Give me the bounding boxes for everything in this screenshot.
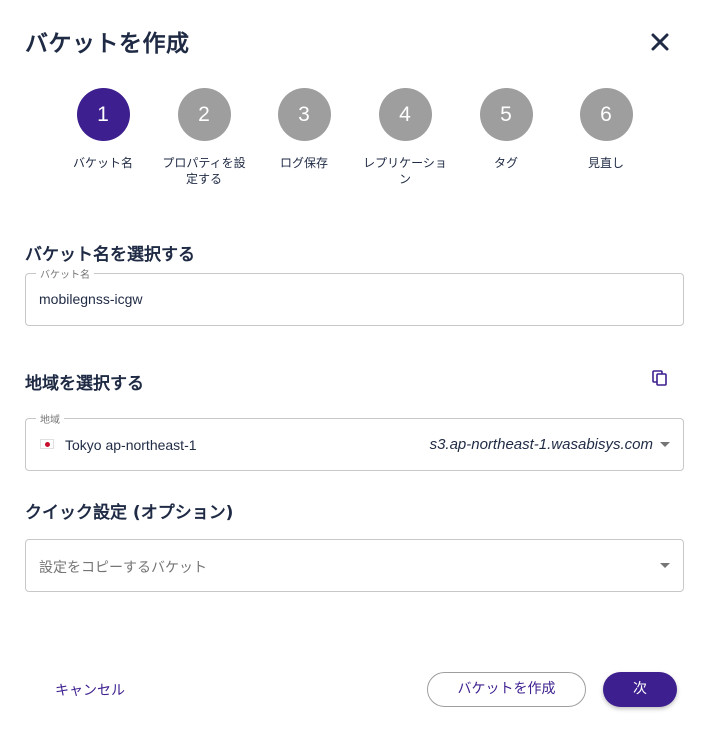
step-number: 1	[76, 88, 130, 141]
step-logging[interactable]: 3 ログ保存	[249, 88, 359, 171]
region-label: 地域	[36, 411, 64, 426]
copy-settings-select[interactable]: 設定をコピーするバケット	[25, 539, 684, 592]
stepper: 1 バケット名 2 プロパティを設定する 3 ログ保存 4 レプリケーション 5…	[0, 88, 711, 198]
step-number: 5	[479, 88, 533, 141]
region-value: Tokyo ap-northeast-1	[65, 437, 197, 453]
step-number: 6	[579, 88, 633, 141]
step-number: 4	[378, 88, 432, 141]
bucket-name-section-title: バケット名を選択する	[25, 245, 195, 265]
step-label: タグ	[493, 156, 518, 170]
bucket-name-label: バケット名	[36, 266, 94, 281]
cancel-button[interactable]: キャンセル	[55, 680, 125, 700]
step-label: ログ保存	[279, 156, 328, 170]
step-label: レプリケーション	[363, 156, 447, 186]
copy-settings-placeholder: 設定をコピーするバケット	[39, 560, 207, 576]
japan-flag-icon	[40, 439, 54, 449]
step-label: 見直し	[587, 156, 624, 170]
step-bucket-name[interactable]: 1 バケット名	[48, 88, 158, 171]
step-label: プロパティを設定する	[162, 156, 246, 186]
step-properties[interactable]: 2 プロパティを設定する	[149, 88, 259, 187]
step-number: 2	[177, 88, 231, 141]
dropdown-caret-icon	[660, 563, 670, 568]
step-replication[interactable]: 4 レプリケーション	[350, 88, 460, 187]
close-icon	[651, 33, 669, 51]
create-bucket-button[interactable]: バケットを作成	[427, 672, 586, 707]
dialog-title: バケットを作成	[25, 31, 190, 57]
bucket-name-input[interactable]: バケット名 mobilegnss-icgw	[25, 266, 684, 326]
region-section-title: 地域を選択する	[25, 374, 144, 394]
region-endpoint: s3.ap-northeast-1.wasabisys.com	[429, 436, 653, 453]
copy-button[interactable]	[651, 369, 669, 387]
step-label: バケット名	[72, 156, 133, 170]
step-tags[interactable]: 5 タグ	[451, 88, 561, 171]
region-select[interactable]: 地域 Tokyo ap-northeast-1 s3.ap-northeast-…	[25, 411, 684, 471]
copy-icon	[652, 370, 667, 386]
step-number: 3	[277, 88, 331, 141]
dropdown-caret-icon	[660, 442, 670, 447]
close-button[interactable]	[646, 28, 674, 56]
next-button[interactable]: 次	[603, 672, 677, 707]
step-review[interactable]: 6 見直し	[551, 88, 661, 171]
bucket-name-value: mobilegnss-icgw	[39, 291, 143, 307]
quick-settings-section-title: クイック設定 (オプション)	[25, 503, 234, 523]
